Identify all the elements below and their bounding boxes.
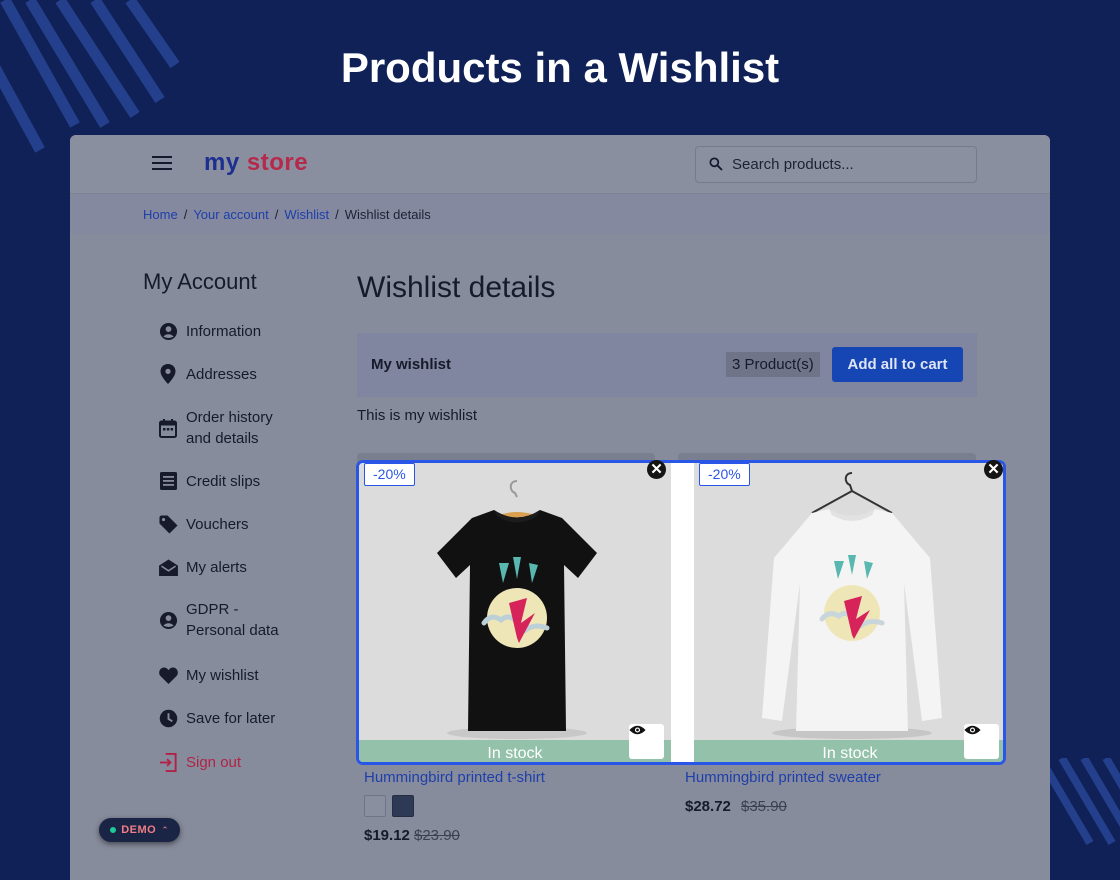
wishlist-header: My wishlist 3 Product(s) Add all to cart xyxy=(357,333,977,397)
stock-status: In stock xyxy=(359,740,671,762)
store-logo[interactable]: my store xyxy=(204,149,308,177)
product-price: $19.12 xyxy=(364,827,410,844)
sidebar-item-order-history[interactable]: Order history and details xyxy=(158,407,293,449)
demo-label: DEMO xyxy=(121,824,157,836)
quick-view-button[interactable] xyxy=(964,724,999,759)
close-icon: ✕ xyxy=(987,461,1000,478)
account-circle-icon xyxy=(158,321,178,341)
product-count-badge: 3 Product(s) xyxy=(726,352,820,377)
store-window: my store Home/Your account/Wishlist/Wish… xyxy=(70,135,1050,880)
product-card-tshirt[interactable]: -20% In stock xyxy=(359,463,671,762)
breadcrumb-wishlist[interactable]: Wishlist xyxy=(284,207,329,222)
sweater-image xyxy=(762,472,942,739)
remove-from-wishlist-button[interactable]: ✕ xyxy=(647,460,666,479)
sidebar-item-my-alerts[interactable]: My alerts xyxy=(158,557,247,577)
product-list-highlight: -20% In stock -20% In stock xyxy=(356,460,1006,765)
wishlist-name: My wishlist xyxy=(371,356,452,373)
logout-icon xyxy=(158,752,178,772)
product-name-link[interactable]: Hummingbird printed t-shirt xyxy=(364,769,545,786)
logo-text-1: my xyxy=(204,149,240,176)
demo-badge[interactable]: DEMO ⌃ xyxy=(99,818,180,842)
wishlist-details-title: Wishlist details xyxy=(357,271,556,304)
header: my store xyxy=(70,135,1050,194)
sidebar-item-gdpr[interactable]: GDPR - Personal data xyxy=(158,599,293,641)
status-dot-icon xyxy=(110,827,117,833)
sidebar-item-label: Information xyxy=(186,322,262,340)
product-old-price: $35.90 xyxy=(741,798,787,815)
product-old-price: $23.90 xyxy=(414,827,460,844)
mail-open-icon xyxy=(158,557,178,577)
wishlist-description: This is my wishlist xyxy=(357,407,478,424)
sidebar-item-vouchers[interactable]: Vouchers xyxy=(158,514,249,534)
sidebar-item-label: Addresses xyxy=(186,365,257,383)
sidebar-title: My Account xyxy=(143,269,257,294)
heart-icon xyxy=(158,665,178,685)
search-input[interactable] xyxy=(732,147,967,182)
sidebar-item-label: Vouchers xyxy=(186,515,249,533)
sidebar-item-label: Save for later xyxy=(186,709,276,727)
eye-icon xyxy=(964,725,981,735)
breadcrumb-current: Wishlist details xyxy=(344,207,431,222)
breadcrumb-your-account[interactable]: Your account xyxy=(193,207,268,222)
sidebar-item-addresses[interactable]: Addresses xyxy=(158,364,257,384)
color-swatch[interactable] xyxy=(392,795,414,817)
eye-icon xyxy=(629,725,646,735)
sidebar-item-information[interactable]: Information xyxy=(158,321,261,341)
stock-status: In stock xyxy=(694,740,1003,762)
close-icon: ✕ xyxy=(650,461,663,478)
breadcrumb: Home / Your account / Wishlist / Wishlist deta… xyxy=(143,207,431,222)
search-icon xyxy=(709,157,723,171)
sidebar-item-label: My alerts xyxy=(186,558,247,576)
tag-icon xyxy=(158,514,178,534)
logo-text-2: store xyxy=(246,149,309,176)
remove-from-wishlist-button[interactable]: ✕ xyxy=(984,460,1003,479)
sidebar-item-label: My wishlist xyxy=(186,666,259,684)
menu-icon[interactable] xyxy=(152,156,172,172)
chevron-up-icon: ⌃ xyxy=(161,824,169,835)
sidebar-item-label: Order history and details xyxy=(186,409,273,447)
clock-icon xyxy=(158,708,178,728)
product-card-sweater[interactable]: -20% In stock xyxy=(694,463,1003,762)
sidebar-item-my-wishlist[interactable]: My wishlist xyxy=(158,665,259,685)
color-swatch[interactable] xyxy=(364,795,386,817)
discount-badge: -20% xyxy=(364,463,415,486)
stripes-decoration xyxy=(1040,758,1120,846)
sidebar-item-label: GDPR - Personal data xyxy=(186,601,279,639)
sidebar-item-save-for-later[interactable]: Save for later xyxy=(158,708,275,728)
product-price: $28.72 xyxy=(685,798,731,815)
discount-badge: -20% xyxy=(699,463,750,486)
breadcrumb-home[interactable]: Home xyxy=(143,207,178,222)
page-title: Products in a Wishlist xyxy=(340,44,780,91)
tshirt-image xyxy=(437,480,597,739)
product-name-link[interactable]: Hummingbird printed sweater xyxy=(685,769,881,786)
location-pin-icon xyxy=(158,364,178,384)
sidebar-item-label: Credit slips xyxy=(186,472,261,490)
calendar-icon xyxy=(158,418,178,438)
quick-view-button[interactable] xyxy=(629,724,664,759)
breadcrumb-bar: Home / Your account / Wishlist / Wishlist deta… xyxy=(70,194,1050,234)
search-box[interactable] xyxy=(695,146,977,183)
receipt-icon xyxy=(158,471,178,491)
sidebar-item-sign-out[interactable]: Sign out xyxy=(158,752,241,772)
account-circle-icon xyxy=(158,610,178,630)
add-all-to-cart-button[interactable]: Add all to cart xyxy=(832,347,963,382)
sidebar-item-label: Sign out xyxy=(186,753,242,771)
sidebar-item-credit-slips[interactable]: Credit slips xyxy=(158,471,260,491)
